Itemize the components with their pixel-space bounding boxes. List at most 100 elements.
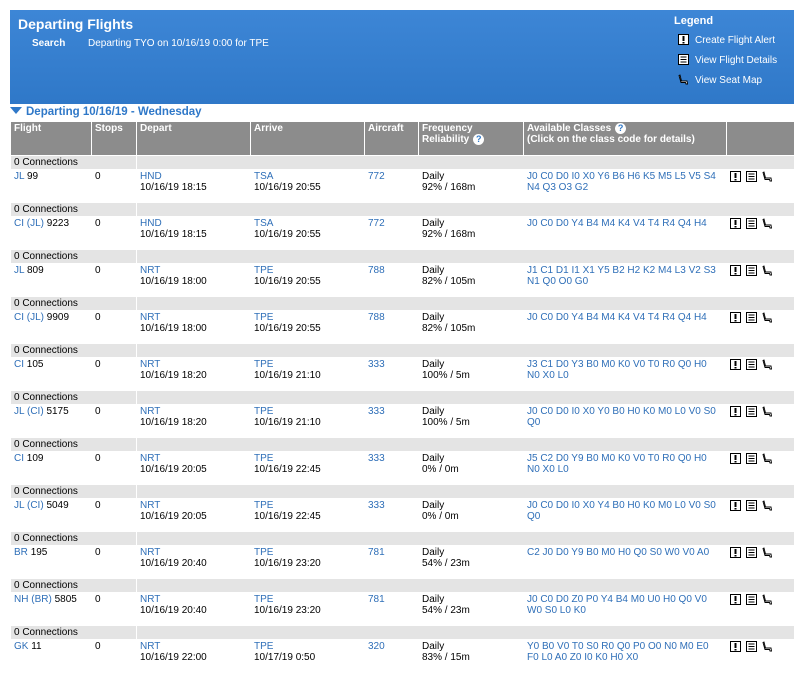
airline-link[interactable]: NH (14, 594, 28, 605)
operator-link[interactable]: (BR) (31, 594, 52, 605)
section-toggle-departing[interactable]: Departing 10/16/19 - Wednesday (10, 106, 202, 118)
aircraft-link[interactable]: 333 (368, 359, 385, 370)
airline-link[interactable]: CI (14, 453, 24, 464)
operator-link[interactable]: (JL) (27, 312, 44, 323)
aircraft-link[interactable]: 788 (368, 312, 385, 323)
aircraft-link[interactable]: 781 (368, 547, 385, 558)
alert-icon[interactable] (730, 594, 741, 605)
class-codes-link[interactable]: F0 L0 A0 Z0 I0 K0 H0 X0 (527, 652, 638, 663)
seat-icon[interactable] (762, 547, 773, 558)
class-codes-link[interactable]: N4 Q3 O3 G2 (527, 182, 588, 193)
airline-link[interactable]: JL (14, 171, 24, 182)
aircraft-link[interactable]: 320 (368, 641, 385, 652)
aircraft-link[interactable]: 772 (368, 218, 385, 229)
details-icon[interactable] (746, 359, 757, 370)
airline-link[interactable]: GK (14, 641, 28, 652)
arrive-airport-link[interactable]: TSA (254, 218, 273, 229)
seat-icon[interactable] (762, 312, 773, 323)
aircraft-link[interactable]: 781 (368, 594, 385, 605)
alert-icon[interactable] (730, 547, 741, 558)
alert-icon[interactable] (730, 406, 741, 417)
depart-airport-link[interactable]: NRT (140, 312, 160, 323)
class-codes-link[interactable]: J0 C0 D0 I0 X0 Y6 B6 H6 K5 M5 L5 V5 S4 (527, 171, 716, 182)
alert-icon[interactable] (730, 265, 741, 276)
aircraft-link[interactable]: 333 (368, 406, 385, 417)
details-icon[interactable] (746, 171, 757, 182)
airline-link[interactable]: JL (14, 500, 24, 511)
class-codes-link[interactable]: J3 C1 D0 Y3 B0 M0 K0 V0 T0 R0 Q0 H0 (527, 359, 707, 370)
seat-icon[interactable] (762, 265, 773, 276)
alert-icon[interactable] (730, 453, 741, 464)
aircraft-link[interactable]: 772 (368, 171, 385, 182)
class-codes-link[interactable]: J1 C1 D1 I1 X1 Y5 B2 H2 K2 M4 L3 V2 S3 (527, 265, 716, 276)
details-icon[interactable] (746, 265, 757, 276)
alert-icon[interactable] (730, 359, 741, 370)
seat-icon[interactable] (762, 359, 773, 370)
class-codes-link[interactable]: Y0 B0 V0 T0 S0 R0 Q0 P0 O0 N0 M0 E0 (527, 641, 709, 652)
details-icon[interactable] (746, 594, 757, 605)
aircraft-link[interactable]: 333 (368, 500, 385, 511)
arrive-airport-link[interactable]: TPE (254, 312, 273, 323)
details-icon[interactable] (746, 406, 757, 417)
aircraft-link[interactable]: 333 (368, 453, 385, 464)
depart-airport-link[interactable]: NRT (140, 547, 160, 558)
details-icon[interactable] (746, 500, 757, 511)
class-codes-link[interactable]: J0 C0 D0 I0 X0 Y4 B0 H0 K0 M0 L0 V0 S0 (527, 500, 716, 511)
seat-icon[interactable] (762, 500, 773, 511)
seat-icon[interactable] (762, 594, 773, 605)
help-icon[interactable]: ? (473, 134, 485, 145)
help-icon[interactable]: ? (615, 123, 627, 134)
depart-airport-link[interactable]: NRT (140, 641, 160, 652)
airline-link[interactable]: CI (14, 218, 24, 229)
depart-airport-link[interactable]: NRT (140, 406, 160, 417)
seat-icon[interactable] (762, 171, 773, 182)
class-codes-link[interactable]: Q0 (527, 511, 540, 522)
operator-link[interactable]: (JL) (27, 218, 44, 229)
airline-link[interactable]: BR (14, 547, 28, 558)
class-codes-link[interactable]: J5 C2 D0 Y9 B0 M0 K0 V0 T0 R0 Q0 H0 (527, 453, 707, 464)
airline-link[interactable]: CI (14, 312, 24, 323)
class-codes-link[interactable]: W0 S0 L0 K0 (527, 605, 586, 616)
class-codes-link[interactable]: N0 X0 L0 (527, 370, 569, 381)
seat-icon[interactable] (762, 406, 773, 417)
depart-airport-link[interactable]: NRT (140, 265, 160, 276)
alert-icon[interactable] (730, 312, 741, 323)
airline-link[interactable]: JL (14, 265, 24, 276)
arrive-airport-link[interactable]: TPE (254, 594, 273, 605)
arrive-airport-link[interactable]: TPE (254, 641, 273, 652)
operator-link[interactable]: (CI) (27, 406, 44, 417)
alert-icon[interactable] (730, 500, 741, 511)
details-icon[interactable] (746, 453, 757, 464)
alert-icon[interactable] (730, 218, 741, 229)
airline-link[interactable]: JL (14, 406, 24, 417)
class-codes-link[interactable]: Q0 (527, 417, 540, 428)
depart-airport-link[interactable]: NRT (140, 453, 160, 464)
depart-airport-link[interactable]: NRT (140, 594, 160, 605)
details-icon[interactable] (746, 547, 757, 558)
airline-link[interactable]: CI (14, 359, 24, 370)
class-codes-link[interactable]: N0 X0 L0 (527, 464, 569, 475)
details-icon[interactable] (746, 641, 757, 652)
arrive-airport-link[interactable]: TSA (254, 171, 273, 182)
depart-airport-link[interactable]: HND (140, 171, 162, 182)
details-icon[interactable] (746, 218, 757, 229)
arrive-airport-link[interactable]: TPE (254, 265, 273, 276)
arrive-airport-link[interactable]: TPE (254, 406, 273, 417)
operator-link[interactable]: (CI) (27, 500, 44, 511)
arrive-airport-link[interactable]: TPE (254, 453, 273, 464)
class-codes-link[interactable]: N1 Q0 O0 G0 (527, 276, 588, 287)
seat-icon[interactable] (762, 218, 773, 229)
class-codes-link[interactable]: C2 J0 D0 Y9 B0 M0 H0 Q0 S0 W0 V0 A0 (527, 547, 709, 558)
alert-icon[interactable] (730, 641, 741, 652)
class-codes-link[interactable]: J0 C0 D0 Y4 B4 M4 K4 V4 T4 R4 Q4 H4 (527, 218, 707, 229)
class-codes-link[interactable]: J0 C0 D0 I0 X0 Y0 B0 H0 K0 M0 L0 V0 S0 (527, 406, 716, 417)
aircraft-link[interactable]: 788 (368, 265, 385, 276)
arrive-airport-link[interactable]: TPE (254, 359, 273, 370)
details-icon[interactable] (746, 312, 757, 323)
alert-icon[interactable] (730, 171, 741, 182)
depart-airport-link[interactable]: NRT (140, 500, 160, 511)
depart-airport-link[interactable]: NRT (140, 359, 160, 370)
arrive-airport-link[interactable]: TPE (254, 547, 273, 558)
seat-icon[interactable] (762, 641, 773, 652)
arrive-airport-link[interactable]: TPE (254, 500, 273, 511)
